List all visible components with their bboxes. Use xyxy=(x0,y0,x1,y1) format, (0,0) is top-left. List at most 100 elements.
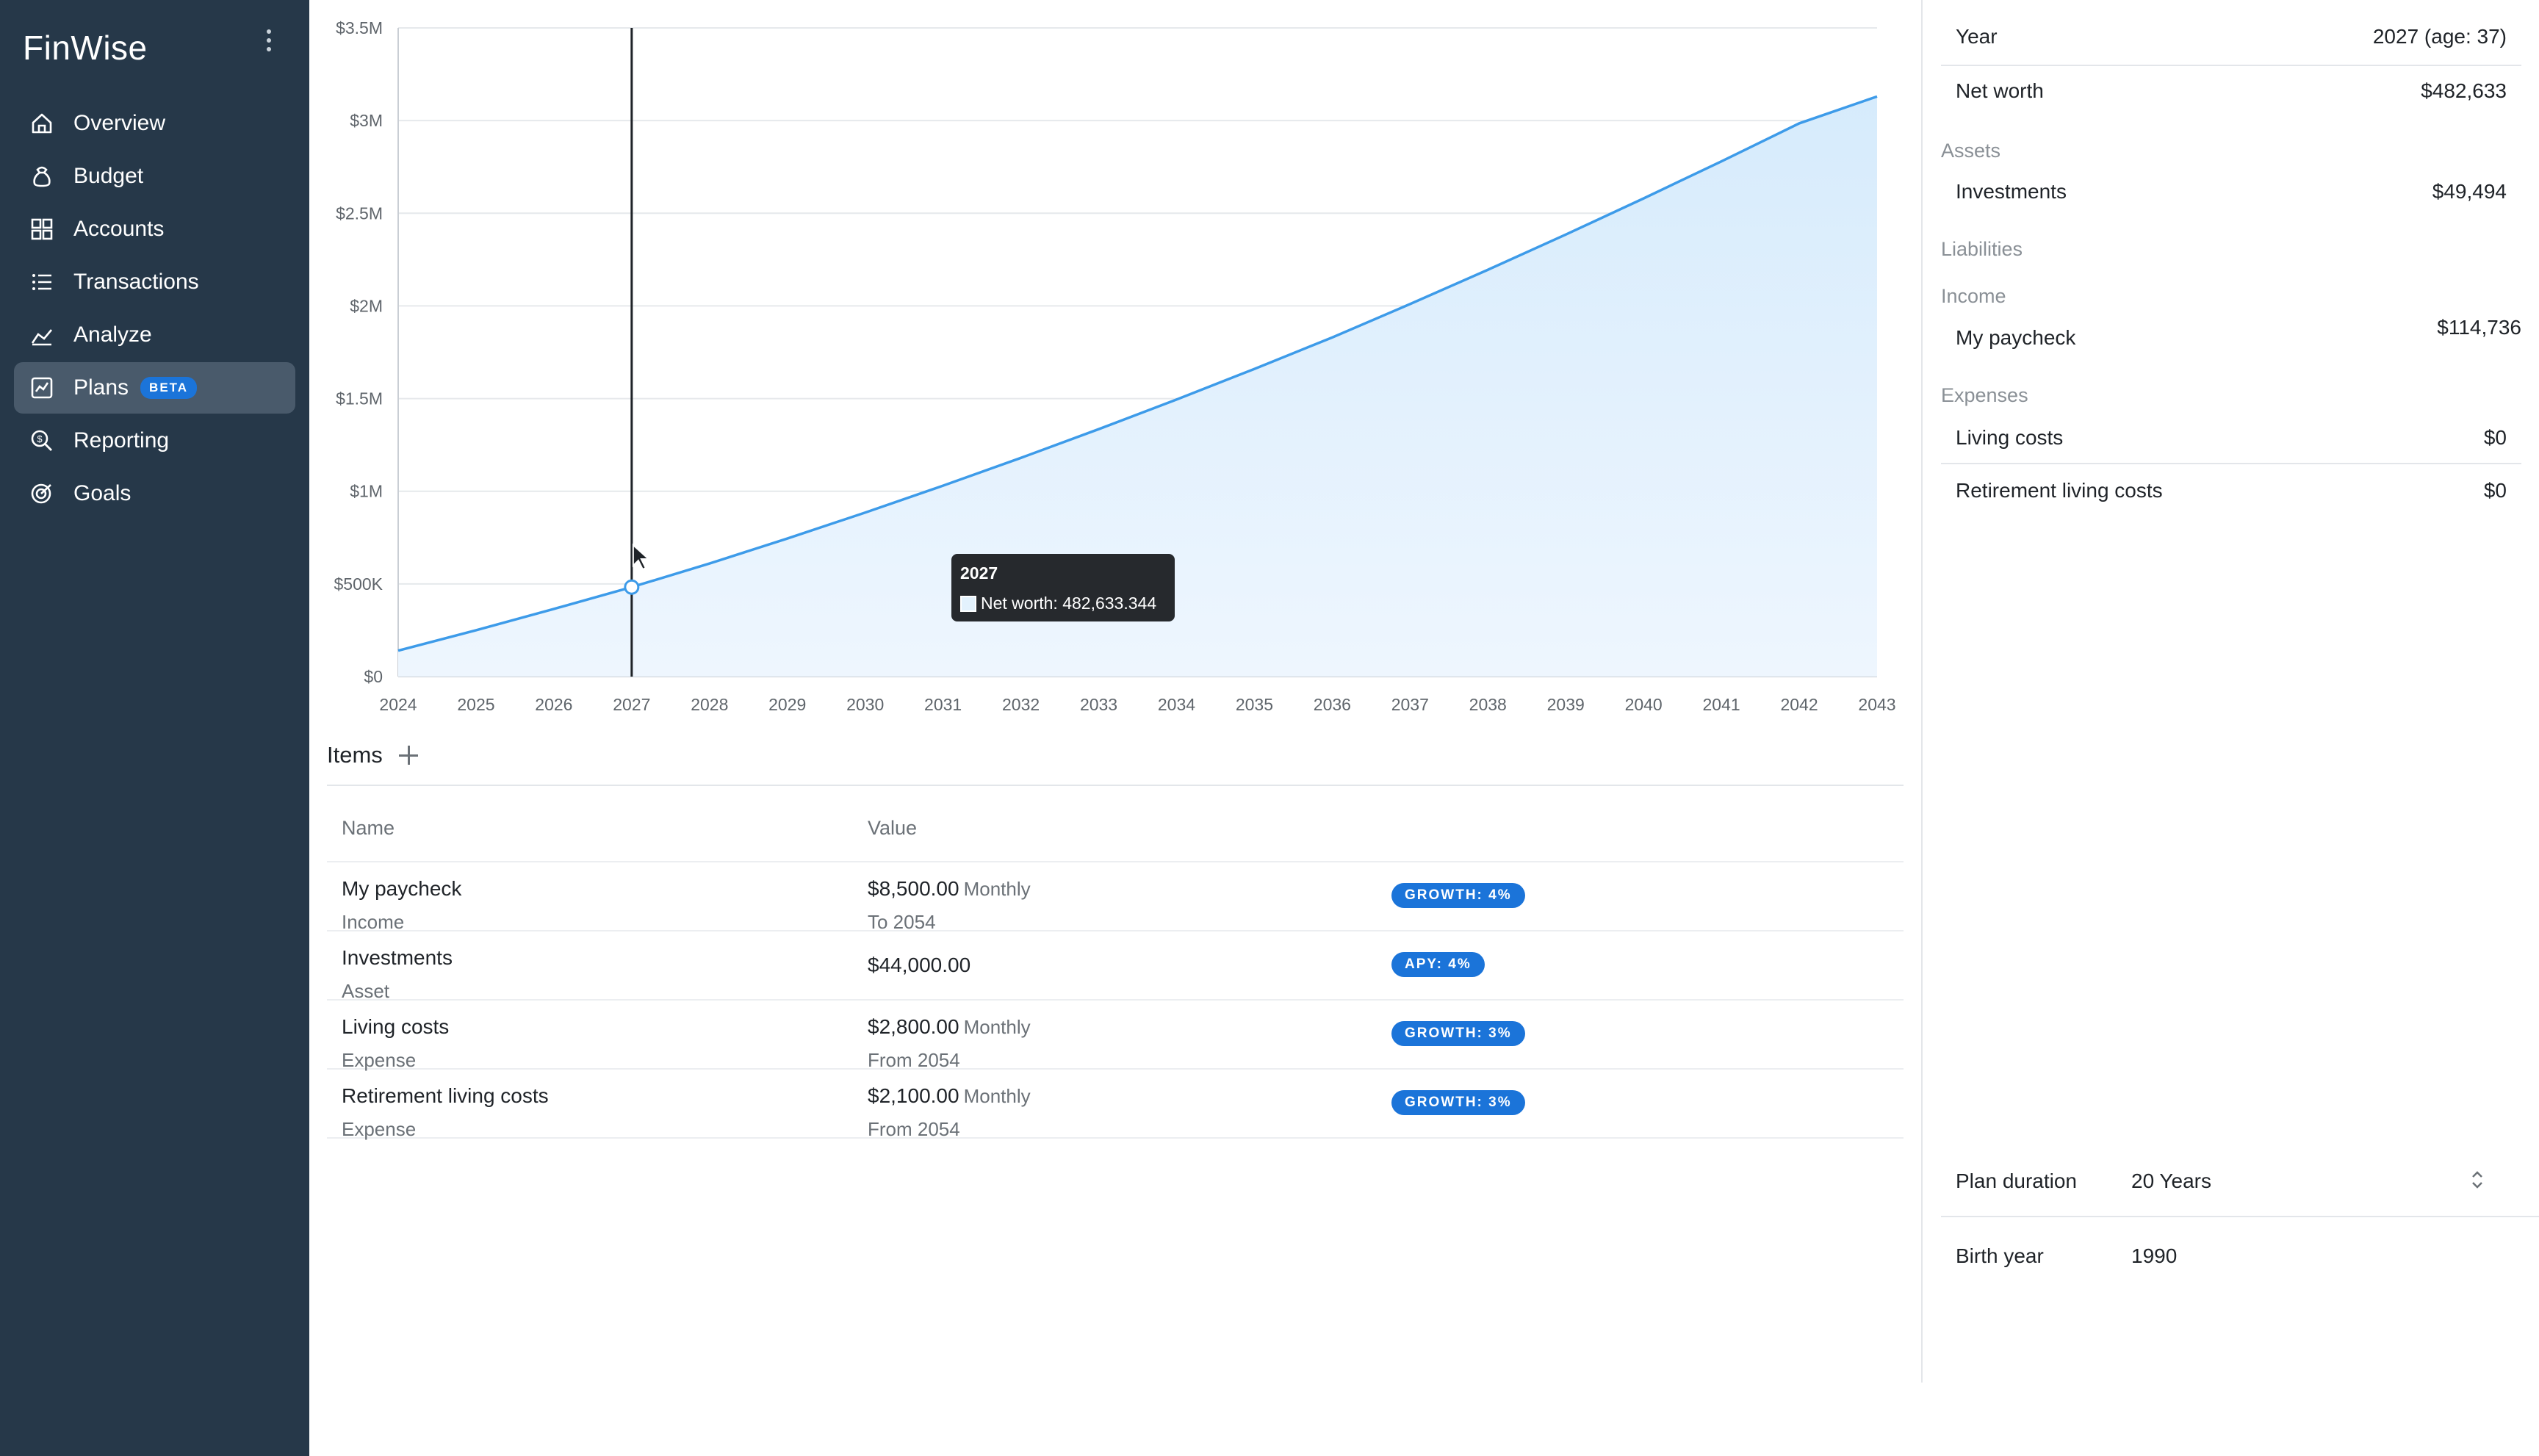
item-rate-badge: GROWTH: 4% xyxy=(1391,883,1525,908)
svg-text:$: $ xyxy=(37,433,43,444)
home-icon xyxy=(29,111,54,136)
item-type: Expense xyxy=(342,1049,417,1071)
table-row[interactable]: Retirement living costs Expense $2,100.00 M… xyxy=(327,1070,1904,1140)
x-tick-label: 2026 xyxy=(535,695,572,714)
item-value: $2,100.00 xyxy=(868,1084,959,1107)
table-row[interactable]: My paycheck Income $8,500.00 Monthly To 2054… xyxy=(327,862,1904,933)
item-rate-badge: APY: 4% xyxy=(1391,952,1485,977)
x-tick-label: 2032 xyxy=(1002,695,1040,714)
summary-living-value: $0 xyxy=(2483,426,2507,449)
column-header-value: Value xyxy=(868,817,918,839)
net-worth-chart[interactable]: $0 $500K $1M $1.5M $2M $2.5M $3M $3.5M 2024 2025 2… xyxy=(309,0,1926,727)
app-window: FinWise Overview Budget Accounts Transactio… xyxy=(0,0,2539,1456)
item-name: Investments xyxy=(342,946,453,969)
sidebar-item-plans[interactable]: Plans BETA xyxy=(14,362,295,414)
summary-paycheck-value: $114,736 xyxy=(2437,316,2521,339)
table-body: My paycheck Income $8,500.00 Monthly To 2054… xyxy=(327,862,1904,1140)
sidebar-item-label: Accounts xyxy=(73,217,165,241)
y-tick-label: $0 xyxy=(364,667,383,686)
add-item-button[interactable] xyxy=(397,744,419,766)
y-tick-label: $500K xyxy=(334,574,383,594)
item-period: From 2054 xyxy=(868,1049,960,1071)
summary-retirement-label: Retirement living costs xyxy=(1956,479,2163,502)
sidebar-item-label: Transactions xyxy=(73,270,199,294)
data-point-marker xyxy=(624,579,640,595)
x-tick-label: 2041 xyxy=(1703,695,1740,714)
summary-living-label: Living costs xyxy=(1956,426,2064,449)
x-tick-label: 2031 xyxy=(924,695,962,714)
select-chevron-icon[interactable] xyxy=(2468,1170,2486,1190)
budget-bag-icon xyxy=(29,164,54,189)
area-chart-icon xyxy=(29,322,54,347)
x-tick-label: 2042 xyxy=(1780,695,1818,714)
y-tick-label: $2M xyxy=(350,296,383,315)
section-expenses: Expenses xyxy=(1941,384,2028,406)
table-row[interactable]: Living costs Expense $2,800.00 Monthly From … xyxy=(327,1001,1904,1071)
sidebar-nav: Overview Budget Accounts Transactions Analyz… xyxy=(14,98,295,521)
summary-investments-label: Investments xyxy=(1956,180,2067,203)
birth-year-input[interactable]: 1990 xyxy=(2131,1244,2177,1268)
x-tick-label: 2038 xyxy=(1469,695,1507,714)
chart-tooltip: 2027 Net worth: 482,633.344 xyxy=(951,554,1175,621)
sidebar-item-analyze[interactable]: Analyze xyxy=(14,309,295,361)
sidebar-item-goals[interactable]: Goals xyxy=(14,468,295,519)
beta-badge: BETA xyxy=(140,377,198,399)
sidebar-item-label: Analyze xyxy=(73,322,152,347)
x-tick-label: 2030 xyxy=(846,695,884,714)
sidebar-item-budget[interactable]: Budget xyxy=(14,151,295,202)
summary-panel: Year 2027 (age: 37) Net worth $482,633 A… xyxy=(1921,0,2539,1383)
list-icon xyxy=(29,270,54,295)
item-value: $44,000.00 xyxy=(868,954,971,976)
y-tick-label: $2.5M xyxy=(336,203,383,223)
sidebar-item-transactions[interactable]: Transactions xyxy=(14,256,295,308)
items-header: Items xyxy=(327,742,419,768)
sidebar-item-label: Plans xyxy=(73,375,129,400)
y-tick-label: $1M xyxy=(350,482,383,501)
sidebar-item-overview[interactable]: Overview xyxy=(14,98,295,149)
items-title: Items xyxy=(327,742,383,768)
summary-year-row: Year 2027 (age: 37) xyxy=(1941,25,2521,66)
summary-year-label: Year xyxy=(1956,25,1998,48)
tooltip-series-swatch xyxy=(960,595,976,612)
item-type: Expense xyxy=(342,1118,417,1140)
x-tick-label: 2035 xyxy=(1236,695,1273,714)
line-chart-icon xyxy=(29,375,54,400)
x-tick-label: 2034 xyxy=(1158,695,1195,714)
sidebar-item-reporting[interactable]: $ Reporting xyxy=(14,415,295,466)
section-assets: Assets xyxy=(1941,140,2001,162)
summary-networth-value: $482,633 xyxy=(2421,79,2507,102)
table-header: Name Value xyxy=(327,808,1904,862)
x-tick-label: 2033 xyxy=(1080,695,1117,714)
y-tick-label: $3M xyxy=(350,111,383,130)
grid-icon xyxy=(29,217,54,242)
tooltip-value: Net worth: 482,633.344 xyxy=(981,594,1157,613)
item-period: From 2054 xyxy=(868,1118,960,1140)
item-period: To 2054 xyxy=(868,911,936,933)
sidebar-item-accounts[interactable]: Accounts xyxy=(14,203,295,255)
sidebar-item-label: Overview xyxy=(73,111,166,135)
plan-duration-select[interactable]: 20 Years xyxy=(2131,1170,2211,1193)
table-row[interactable]: Investments Asset $44,000.00 APY: 4% xyxy=(327,931,1904,1002)
sidebar: FinWise Overview Budget Accounts Transactio… xyxy=(0,0,309,1456)
item-value: $8,500.00 xyxy=(868,877,959,900)
divider xyxy=(327,785,1904,786)
plan-duration-label: Plan duration xyxy=(1956,1170,2078,1192)
y-tick-label: $1.5M xyxy=(336,389,383,408)
item-type: Asset xyxy=(342,980,390,1002)
item-frequency: Monthly xyxy=(963,1016,1031,1038)
item-type: Income xyxy=(342,911,405,933)
section-liabilities: Liabilities xyxy=(1941,238,2023,260)
x-tick-label: 2036 xyxy=(1314,695,1351,714)
sidebar-item-label: Reporting xyxy=(73,428,170,453)
x-tick-label: 2040 xyxy=(1625,695,1663,714)
x-tick-label: 2039 xyxy=(1547,695,1585,714)
x-tick-label: 2024 xyxy=(379,695,417,714)
x-tick-label: 2043 xyxy=(1858,695,1895,714)
summary-year-value: 2027 (age: 37) xyxy=(2372,25,2507,48)
target-icon xyxy=(29,481,54,506)
summary-retirement-value: $0 xyxy=(2483,479,2507,502)
summary-investments-value: $49,494 xyxy=(2432,180,2507,203)
y-tick-label: $3.5M xyxy=(336,18,383,37)
sidebar-item-label: Budget xyxy=(73,164,144,188)
more-menu-icon[interactable] xyxy=(261,29,277,56)
